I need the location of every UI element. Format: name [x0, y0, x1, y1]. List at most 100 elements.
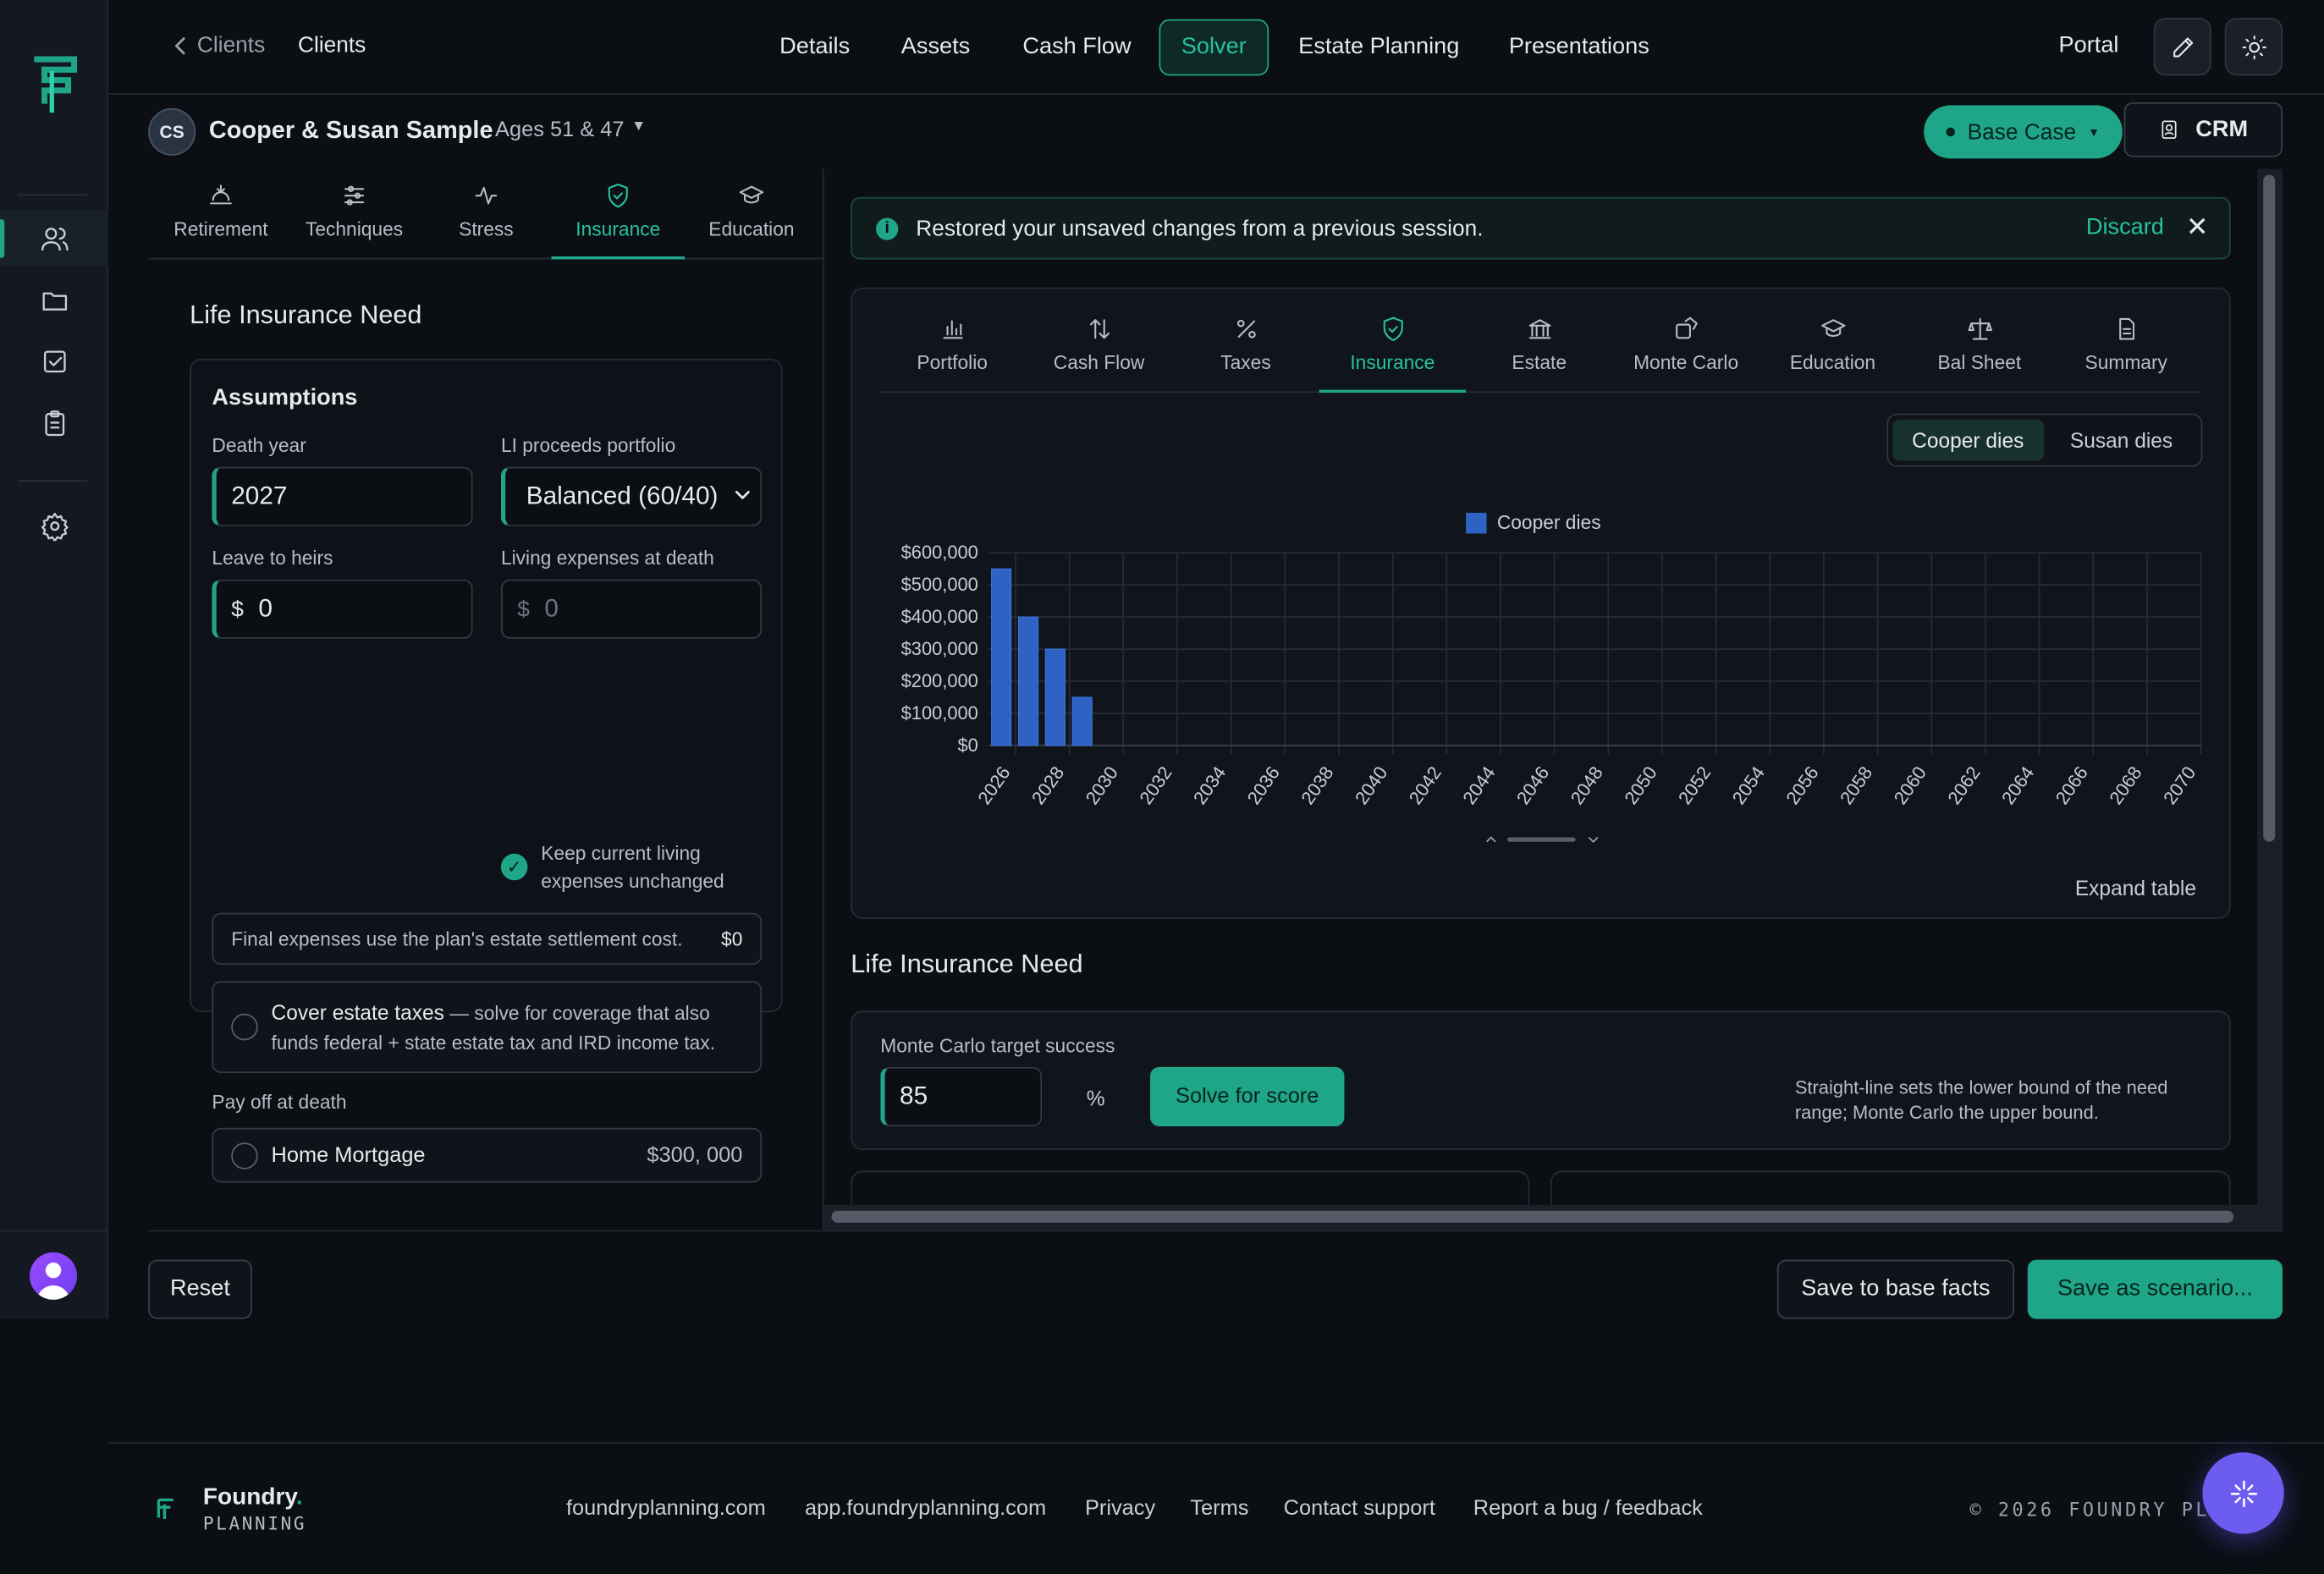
tab-insurance-report[interactable]: Insurance [1319, 289, 1467, 394]
vertical-scrollbar[interactable] [2257, 168, 2283, 1230]
close-icon[interactable]: ✕ [2186, 212, 2208, 243]
death-year-label: Death year [212, 434, 306, 457]
breadcrumb-parent[interactable]: Clients [197, 33, 265, 58]
cover-estate-taxes-option[interactable]: Cover estate taxes — solve for coverage … [212, 981, 763, 1073]
scrollbar-thumb[interactable] [831, 1210, 2234, 1223]
mc-target-input[interactable]: 85 [880, 1066, 1043, 1126]
tab-stress[interactable]: Stress [420, 169, 553, 260]
death-year-input[interactable]: 2027 [212, 466, 473, 526]
toggle-cooper-dies[interactable]: Cooper dies [1892, 419, 2044, 461]
cover-estate-taxes-text: Cover estate taxes — solve for coverage … [271, 998, 745, 1059]
nav-estate-planning[interactable]: Estate Planning [1278, 19, 1480, 76]
sidebar-item-notes[interactable] [0, 396, 108, 453]
nav-assets[interactable]: Assets [880, 19, 990, 76]
footer-link[interactable]: Contact support [1284, 1497, 1435, 1521]
home-mortgage-option[interactable]: Home Mortgage $300, 000 [212, 1127, 763, 1183]
sidebar-divider [18, 194, 88, 196]
edit-button[interactable] [2153, 18, 2211, 76]
portal-link[interactable]: Portal [2059, 33, 2119, 60]
nav-cash-flow[interactable]: Cash Flow [1002, 19, 1152, 76]
nav-solver[interactable]: Solver [1159, 19, 1269, 76]
portfolio-select[interactable]: Balanced (60/40) [500, 466, 763, 526]
horizontal-scrollbar[interactable] [823, 1204, 2283, 1230]
range-slider [1507, 837, 1576, 842]
tab-taxes[interactable]: Taxes [1172, 289, 1319, 394]
footer-link[interactable]: Terms [1190, 1497, 1248, 1521]
reset-button[interactable]: Reset [148, 1259, 252, 1319]
section-title: Life Insurance Need [190, 299, 422, 329]
client-name[interactable]: Cooper & Susan Sample [209, 117, 493, 145]
x-tick-label: 2054 [1728, 762, 1769, 808]
heirs-input[interactable]: $ 0 [212, 579, 473, 639]
footer-link[interactable]: app.foundryplanning.com [805, 1497, 1046, 1521]
home-mortgage-label: Home Mortgage [271, 1143, 426, 1168]
tab-education[interactable]: Education [685, 169, 818, 260]
sidebar-item-tasks[interactable] [0, 333, 108, 390]
footer-brand: Foundry. [203, 1485, 303, 1512]
caret-down-icon[interactable]: ▼ [631, 118, 646, 135]
bar [1044, 648, 1066, 746]
living-expenses-input[interactable]: $ 0 [500, 579, 763, 639]
footer-link[interactable]: Privacy [1085, 1497, 1155, 1521]
scrollbar-thumb[interactable] [2263, 174, 2276, 842]
y-tick-label: $200,000 [901, 670, 978, 691]
footer: Foundry. PLANNING foundryplanning.com ap… [107, 1442, 2324, 1574]
sidebar-divider [18, 480, 88, 482]
tab-label: Cash Flow [1053, 351, 1145, 374]
sidebar-item-clients[interactable] [0, 210, 108, 267]
tab-label: Monte Carlo [1633, 351, 1739, 374]
expand-table-button[interactable]: Expand table [2075, 876, 2196, 900]
user-avatar[interactable] [30, 1252, 78, 1300]
tab-retirement[interactable]: Retirement [154, 169, 288, 260]
tab-portfolio[interactable]: Portfolio [879, 289, 1026, 394]
theme-toggle-button[interactable] [2224, 18, 2283, 76]
heirs-label: Leave to heirs [212, 547, 333, 570]
footer-link[interactable]: foundryplanning.com [566, 1497, 766, 1521]
tab-summary[interactable]: Summary [2053, 289, 2200, 394]
activity-icon [475, 186, 498, 205]
save-as-scenario-button[interactable]: Save as scenario... [2027, 1259, 2283, 1319]
assistant-button[interactable] [2202, 1452, 2284, 1534]
x-tick-label: 2064 [1997, 762, 2038, 808]
tab-techniques[interactable]: Techniques [288, 169, 421, 260]
currency-symbol: $ [517, 596, 530, 622]
sidebar-item-files[interactable] [0, 272, 108, 329]
x-tick-label: 2034 [1189, 762, 1230, 808]
tab-education-report[interactable]: Education [1760, 289, 1906, 394]
discard-button[interactable]: Discard [2086, 215, 2164, 242]
nav-presentations[interactable]: Presentations [1488, 19, 1670, 76]
solve-for-score-button[interactable]: Solve for score [1150, 1066, 1345, 1126]
mc-target-value: 85 [900, 1081, 928, 1110]
scenario-select[interactable]: Base Case ▼ [1924, 105, 2123, 159]
tab-monte-carlo[interactable]: Monte Carlo [1612, 289, 1759, 394]
arrows-up-down-icon [1089, 319, 1110, 339]
footer-link[interactable]: Report a bug / feedback [1473, 1497, 1703, 1521]
keep-living-checkbox[interactable]: ✓ [500, 853, 528, 881]
folder-icon [41, 292, 67, 311]
status-dot [1947, 127, 1956, 137]
tab-cash-flow[interactable]: Cash Flow [1026, 289, 1172, 394]
portfolio-label: LI proceeds portfolio [500, 434, 676, 457]
sidebar-item-settings[interactable] [0, 498, 108, 554]
y-tick-label: $0 [958, 735, 978, 756]
results-panel: i Restored your unsaved changes from a p… [824, 169, 2283, 1230]
footer-subtitle: PLANNING [202, 1513, 307, 1534]
tab-bal-sheet[interactable]: Bal Sheet [1906, 289, 2052, 394]
cover-estate-taxes-radio[interactable] [231, 1013, 258, 1041]
save-to-base-facts-button[interactable]: Save to base facts [1776, 1259, 2015, 1319]
tab-label: Bal Sheet [1937, 351, 2022, 374]
tab-label: Taxes [1220, 351, 1271, 374]
graduation-cap-icon [1820, 319, 1845, 338]
tab-insurance[interactable]: Insurance [551, 169, 686, 260]
x-tick-label: 2066 [2051, 762, 2092, 808]
home-mortgage-radio[interactable] [231, 1142, 258, 1169]
chevron-left-icon[interactable] [173, 36, 189, 57]
tab-estate[interactable]: Estate [1466, 289, 1612, 394]
tab-label: Education [708, 217, 795, 240]
nav-details[interactable]: Details [759, 19, 871, 76]
crm-button[interactable]: CRM [2123, 102, 2283, 157]
tab-label: Portfolio [917, 351, 988, 374]
foundry-logo[interactable] [30, 53, 80, 118]
client-ages[interactable]: · Ages 51 & 47 [483, 118, 625, 142]
toggle-susan-dies[interactable]: Susan dies [2046, 420, 2197, 461]
